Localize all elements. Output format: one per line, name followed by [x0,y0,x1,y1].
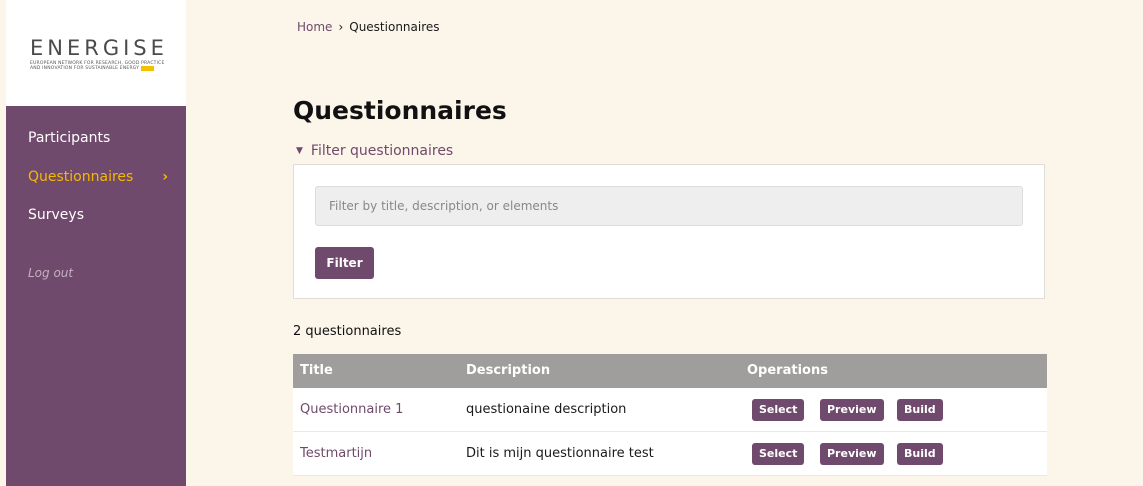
questionnaires-table: Title Description Operations Questionnai… [293,354,1047,476]
page-title: Questionnaires [293,96,507,125]
logo[interactable]: ENERGISE EUROPEAN NETWORK FOR RESEARCH, … [6,0,186,106]
questionnaire-title-link[interactable]: Questionnaire 1 [300,388,403,431]
filter-toggle-label: Filter questionnaires [310,143,454,159]
breadcrumb-home-link[interactable]: Home [297,20,332,34]
sidebar-item-label: Questionnaires [28,169,134,185]
table-row: Testmartijn Dit is mijn questionnaire te… [293,432,1047,476]
sidebar-nav: Participants Questionnaires › Surveys Lo… [6,106,186,486]
sidebar-item-label: Participants [28,130,111,146]
results-count: 2 questionnaires [293,324,402,339]
breadcrumb-current: Questionnaires [349,20,440,34]
column-header-operations: Operations [747,363,828,378]
table-header: Title Description Operations [293,354,1047,388]
build-button[interactable]: Build [897,399,943,421]
sidebar-item-questionnaires[interactable]: Questionnaires › [28,167,168,187]
triangle-down-icon: ▼ [296,146,303,156]
select-button[interactable]: Select [752,443,805,465]
logo-tagline: EUROPEAN NETWORK FOR RESEARCH, GOOD PRAC… [30,61,165,71]
filter-panel: Filter [293,164,1045,299]
column-header-description: Description [466,363,551,378]
sidebar-item-label: Surveys [28,207,84,223]
sidebar: ENERGISE EUROPEAN NETWORK FOR RESEARCH, … [6,0,186,486]
filter-button[interactable]: Filter [315,247,374,279]
select-button[interactable]: Select [752,399,805,421]
preview-button[interactable]: Preview [820,399,884,421]
chevron-right-icon: › [162,169,168,185]
logo-wordmark: ENERGISE [30,36,168,60]
questionnaire-title-link[interactable]: Testmartijn [300,432,372,475]
build-button[interactable]: Build [897,443,943,465]
preview-button[interactable]: Preview [820,443,884,465]
table-row: Questionnaire 1 questionaine description… [293,388,1047,432]
questionnaire-description: questionaine description [466,402,627,417]
questionnaire-description: Dit is mijn questionnaire test [466,446,654,461]
column-header-title: Title [300,363,333,378]
breadcrumb: Home › Questionnaires [297,20,440,34]
filter-input[interactable] [315,186,1023,226]
filter-toggle[interactable]: ▼ Filter questionnaires [296,142,453,160]
sidebar-item-participants[interactable]: Participants [28,128,168,148]
breadcrumb-separator: › [338,20,344,34]
sidebar-item-label: Log out [28,266,74,280]
sidebar-item-logout[interactable]: Log out [28,263,168,283]
sidebar-item-surveys[interactable]: Surveys [28,205,168,225]
